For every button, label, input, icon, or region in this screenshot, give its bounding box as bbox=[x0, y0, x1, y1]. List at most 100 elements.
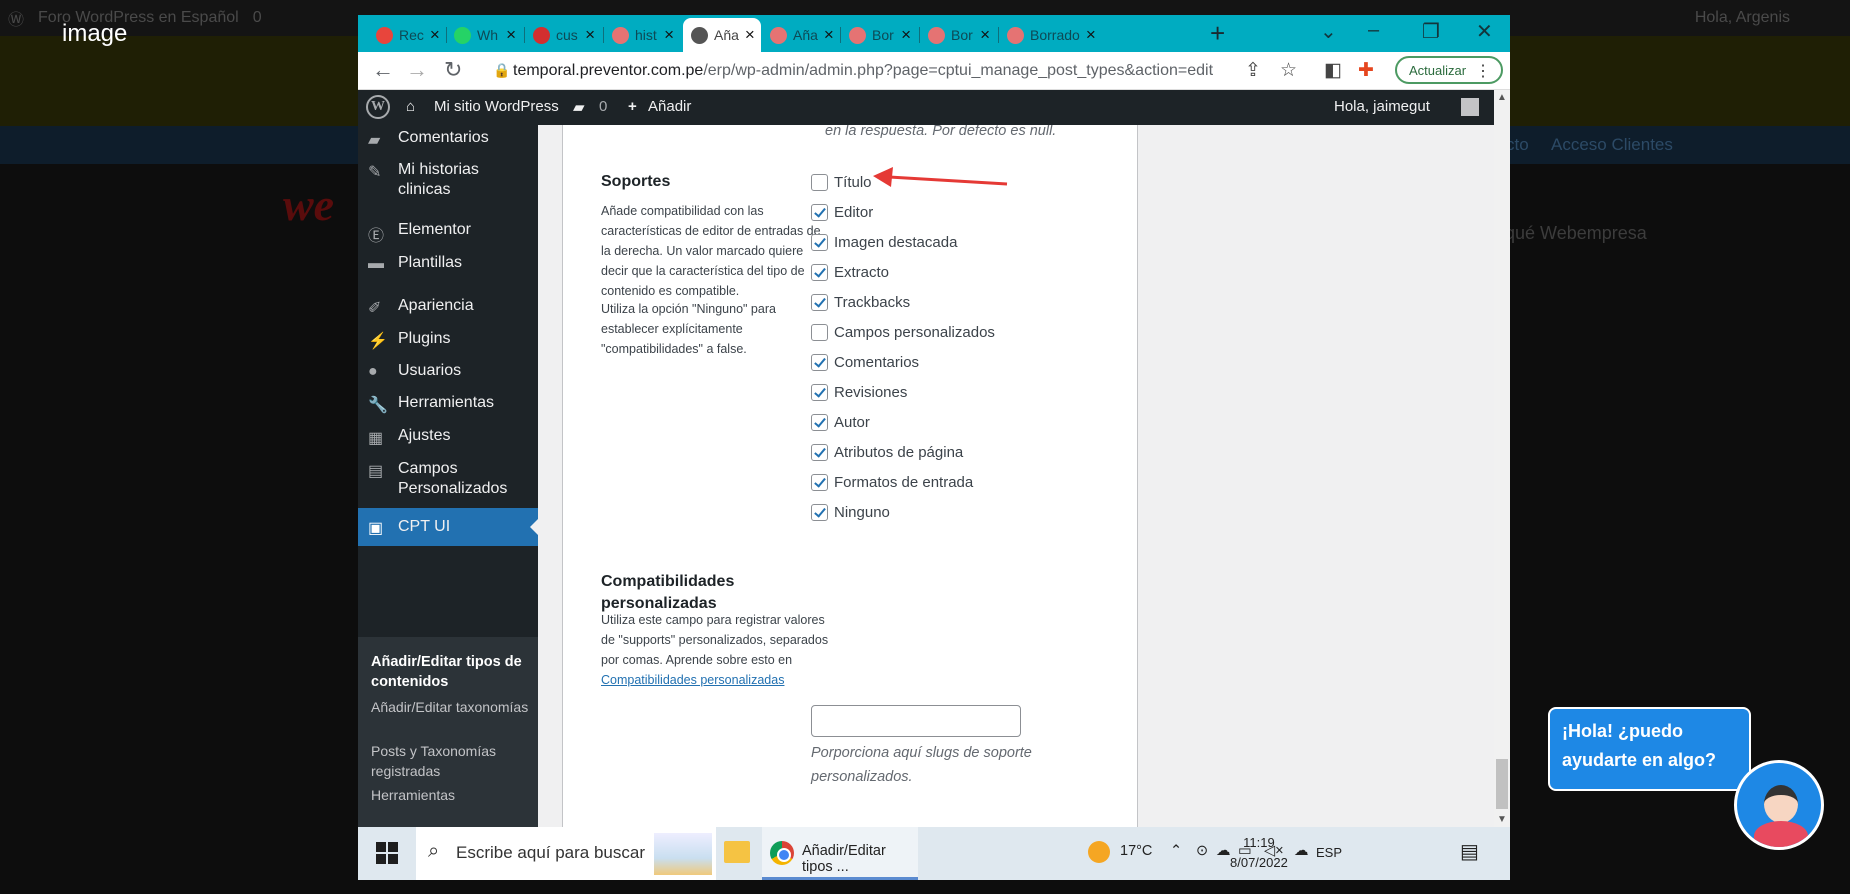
forward-arrow-icon[interactable]: → bbox=[406, 57, 428, 83]
wp-comment-count[interactable]: 0 bbox=[599, 98, 607, 115]
checkbox[interactable] bbox=[811, 473, 828, 491]
sidepanel-icon[interactable]: ◧ bbox=[1324, 59, 1342, 82]
checkbox[interactable] bbox=[811, 323, 828, 341]
close-window-icon[interactable]: ✕ bbox=[1476, 19, 1493, 44]
onedrive-icon[interactable]: ☁ bbox=[1216, 843, 1231, 859]
browser-tab[interactable]: Wh × bbox=[446, 18, 524, 52]
submenu-item[interactable]: Herramientas bbox=[371, 785, 531, 805]
checkbox[interactable] bbox=[811, 233, 828, 251]
checkbox[interactable] bbox=[811, 203, 828, 221]
checkbox[interactable] bbox=[811, 503, 828, 521]
tab-close-icon[interactable]: × bbox=[745, 25, 755, 45]
tab-search-chevron-icon[interactable]: ⌄ bbox=[1320, 19, 1337, 44]
tray-chevron-icon[interactable]: ⌃ bbox=[1170, 843, 1182, 859]
wp-add-new[interactable]: Añadir bbox=[648, 98, 691, 115]
vertical-scrollbar[interactable]: ▲ ▼ bbox=[1494, 90, 1510, 827]
sidebar-item[interactable]: ▣ CPT UI bbox=[358, 508, 538, 546]
chat-assistant-avatar[interactable] bbox=[1734, 760, 1824, 850]
taskbar-search[interactable]: ⌕ Escribe aquí para buscar bbox=[416, 827, 716, 880]
browser-tab[interactable]: Bor × bbox=[920, 18, 998, 52]
avatar[interactable] bbox=[1461, 98, 1479, 116]
bg-greeting: Hola, Argenis bbox=[1694, 9, 1790, 26]
checkbox[interactable] bbox=[811, 413, 828, 431]
clock-time: 11:19 bbox=[1243, 835, 1275, 850]
browser-tab[interactable]: Rec × bbox=[368, 18, 446, 52]
tab-close-icon[interactable]: × bbox=[824, 25, 834, 45]
supports-option[interactable]: Imagen destacada bbox=[811, 231, 957, 253]
windows-start-icon[interactable] bbox=[376, 842, 398, 864]
submenu-item[interactable]: Posts y Taxonomías registradas bbox=[371, 741, 531, 781]
tab-close-icon[interactable]: × bbox=[585, 25, 595, 45]
wp-greeting[interactable]: Hola, jaimegut bbox=[1334, 98, 1430, 115]
browser-tab[interactable]: Aña × bbox=[683, 18, 761, 52]
checkbox[interactable] bbox=[811, 443, 828, 461]
tab-close-icon[interactable]: × bbox=[1086, 25, 1096, 45]
wp-site-name[interactable]: Mi sitio WordPress bbox=[434, 98, 559, 115]
avatar-body bbox=[1754, 821, 1808, 847]
checkbox[interactable] bbox=[811, 383, 828, 401]
extension-icon[interactable]: ✚ bbox=[1358, 59, 1374, 82]
tab-close-icon[interactable]: × bbox=[664, 25, 674, 45]
temperature[interactable]: 17°C bbox=[1120, 843, 1152, 859]
update-label: Actualizar bbox=[1409, 62, 1467, 78]
current-menu-arrow bbox=[530, 519, 538, 535]
custom-supports-title: Compatibilidades personalizadas bbox=[601, 573, 735, 612]
url-domain: temporal.preventor.com.pe bbox=[513, 62, 704, 79]
tab-close-icon[interactable]: × bbox=[506, 25, 516, 45]
tab-close-icon[interactable]: × bbox=[901, 25, 911, 45]
browser-tab[interactable]: hist × bbox=[604, 18, 682, 52]
language-indicator[interactable]: ESP bbox=[1316, 845, 1342, 860]
sidebar-item-label: Herramientas bbox=[398, 394, 495, 411]
checkbox-label: Formatos de entrada bbox=[834, 473, 974, 491]
scroll-up-icon[interactable]: ▲ bbox=[1497, 92, 1507, 103]
supports-option[interactable]: Campos personalizados bbox=[811, 321, 995, 343]
custom-supports-input[interactable] bbox=[811, 705, 1021, 737]
supports-option[interactable]: Comentarios bbox=[811, 351, 919, 373]
meet-icon[interactable]: ⊙ bbox=[1196, 843, 1208, 859]
cloud-icon[interactable]: ☁ bbox=[1294, 843, 1309, 859]
supports-option[interactable]: Extracto bbox=[811, 261, 889, 283]
supports-option[interactable]: Revisiones bbox=[811, 381, 907, 403]
taskbar-chrome-window[interactable]: Añadir/Editar tipos ... bbox=[762, 827, 918, 880]
tab-close-icon[interactable]: × bbox=[430, 25, 440, 45]
scrollbar-thumb[interactable] bbox=[1496, 759, 1508, 809]
weather-icon[interactable] bbox=[1088, 841, 1110, 863]
update-button[interactable]: Actualizar ⋮ bbox=[1395, 56, 1503, 84]
browser-tab[interactable]: cus × bbox=[525, 18, 603, 52]
url-field[interactable]: temporal.preventor.com.pe/erp/wp-admin/a… bbox=[513, 62, 1213, 80]
system-clock[interactable]: 11:19 8/07/2022 bbox=[1230, 833, 1288, 873]
supports-option[interactable]: Título bbox=[811, 171, 872, 193]
star-icon[interactable]: ☆ bbox=[1280, 59, 1297, 82]
scroll-down-icon[interactable]: ▼ bbox=[1497, 814, 1507, 825]
checkbox[interactable] bbox=[811, 293, 828, 311]
checkbox[interactable] bbox=[811, 173, 828, 191]
supports-option[interactable]: Editor bbox=[811, 201, 873, 223]
custom-supports-link[interactable]: Compatibilidades personalizadas bbox=[601, 673, 784, 687]
browser-tab[interactable]: Bor × bbox=[841, 18, 919, 52]
tab-favicon-icon bbox=[533, 26, 550, 44]
file-explorer-icon[interactable] bbox=[724, 841, 750, 863]
supports-option[interactable]: Trackbacks bbox=[811, 291, 910, 313]
tab-label: Bor bbox=[872, 27, 894, 43]
restore-icon[interactable]: ❐ bbox=[1422, 19, 1440, 44]
tab-favicon-icon bbox=[1007, 26, 1024, 44]
new-tab-icon[interactable]: + bbox=[1210, 18, 1225, 49]
minimize-icon[interactable]: – bbox=[1368, 19, 1379, 42]
share-icon[interactable]: ⇪ bbox=[1245, 59, 1261, 82]
notification-icon[interactable]: ▤ bbox=[1460, 839, 1479, 864]
checkbox[interactable] bbox=[811, 263, 828, 281]
wordpress-logo-icon[interactable]: W bbox=[366, 95, 390, 119]
submenu-item[interactable]: Añadir/Editar taxonomías bbox=[371, 697, 531, 717]
submenu-item[interactable]: Añadir/Editar tipos de contenidos bbox=[371, 652, 531, 692]
browser-tab[interactable]: Borrado × bbox=[999, 18, 1096, 52]
tab-close-icon[interactable]: × bbox=[980, 25, 990, 45]
reload-icon[interactable]: ↻ bbox=[444, 57, 462, 83]
supports-option[interactable]: Formatos de entrada bbox=[811, 471, 973, 493]
supports-option[interactable]: Atributos de página bbox=[811, 441, 963, 463]
chat-greeting-bubble[interactable]: ¡Hola! ¿puedo ayudarte en algo? bbox=[1548, 707, 1751, 791]
supports-option[interactable]: Autor bbox=[811, 411, 870, 433]
checkbox[interactable] bbox=[811, 353, 828, 371]
browser-tab[interactable]: Aña × bbox=[762, 18, 840, 52]
supports-option[interactable]: Ninguno bbox=[811, 501, 890, 523]
back-arrow-icon[interactable]: ← bbox=[372, 57, 394, 83]
